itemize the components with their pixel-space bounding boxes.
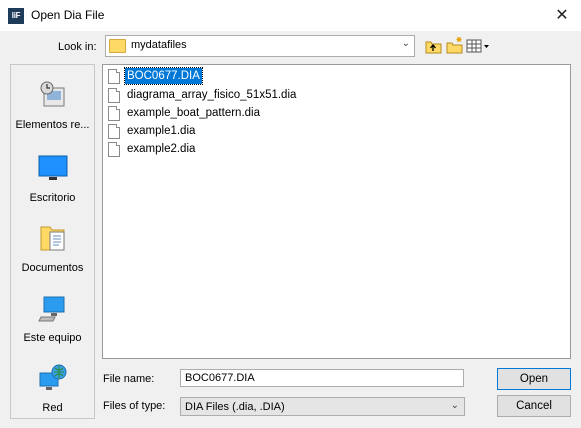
close-icon: ✕ [555,7,569,24]
place-label: Documentos [21,262,84,274]
title-bar: liF Open Dia File ✕ [0,0,581,31]
file-type-dropdown[interactable]: DIA Files (.dia, .DIA) ⌄ [180,397,465,416]
chevron-down-icon: ⌄ [450,400,459,411]
file-name-input[interactable] [180,369,464,387]
place-label: Red [42,402,63,414]
cancel-button[interactable]: Cancel [497,395,571,417]
app-icon: liF [8,8,24,24]
file-icon [108,124,120,139]
file-icon [108,142,120,157]
file-name: diagrama_array_fisico_51x51.dia [127,89,297,101]
file-icon [108,106,120,121]
file-list[interactable]: BOC0677.DIA diagrama_array_fisico_51x51.… [102,64,571,359]
computer-icon [38,293,68,323]
file-name: BOC0677.DIA [124,67,203,85]
network-icon [38,363,68,393]
file-icon [108,88,120,103]
file-name: example_boat_pattern.dia [127,107,260,119]
file-name-label: File name: [103,373,155,385]
close-button[interactable]: ✕ [543,0,581,31]
place-label: Este equipo [23,332,82,344]
folder-icon [109,39,126,53]
places-bar: Elementos re... Escritorio Documentos Es… [10,64,95,419]
documents-icon [38,223,68,253]
open-button[interactable]: Open [497,368,571,390]
file-type-label: Files of type: [103,400,166,412]
desktop-icon [38,153,68,183]
chevron-down-icon: ⌄ [401,38,410,49]
new-folder-icon[interactable] [446,36,464,54]
place-label: Elementos re... [15,119,90,131]
view-menu-icon[interactable] [466,38,490,54]
file-type-value: DIA Files (.dia, .DIA) [185,401,285,413]
up-one-level-icon[interactable] [425,38,443,54]
file-icon [108,69,120,84]
recent-items-icon [38,80,68,110]
look-in-dropdown[interactable]: mydatafiles ⌄ [105,35,415,57]
place-label: Escritorio [29,192,76,204]
look-in-value: mydatafiles [131,39,187,51]
look-in-label: Look in: [58,41,97,53]
file-name: example1.dia [127,125,196,137]
window-title: Open Dia File [31,8,105,22]
file-name: example2.dia [127,143,196,155]
